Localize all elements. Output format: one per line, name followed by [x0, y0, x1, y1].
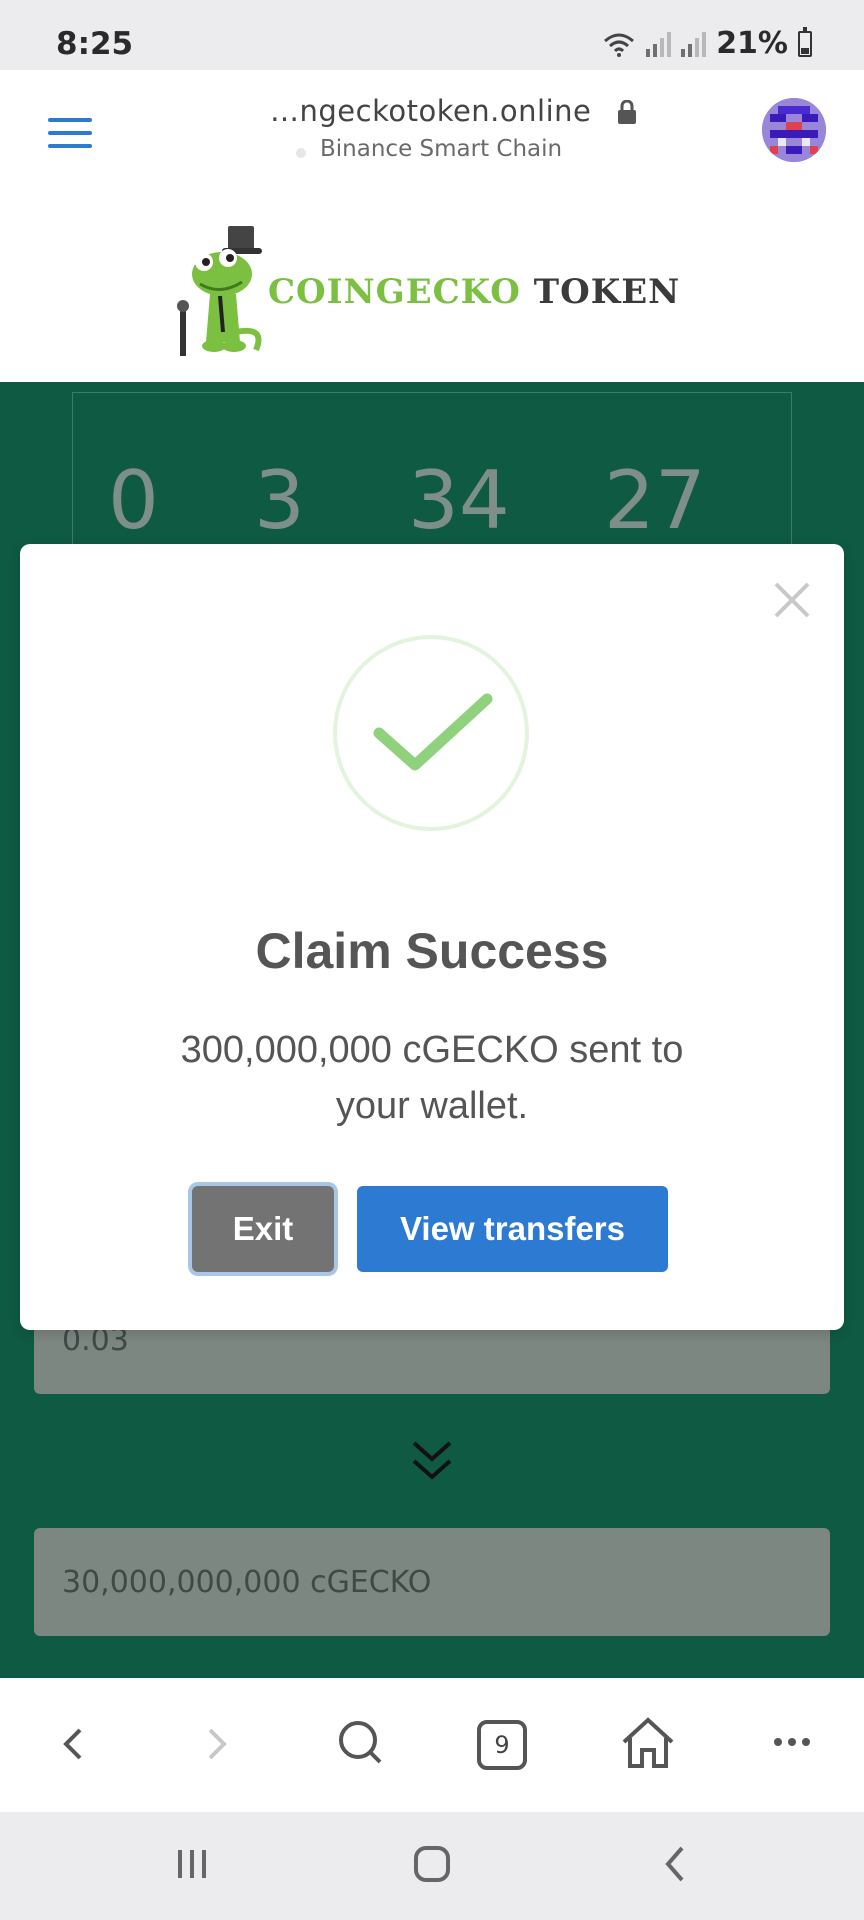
lock-icon	[618, 100, 636, 124]
home-button-icon[interactable]	[412, 1844, 452, 1884]
site-logo-text: COINGECKO TOKEN	[268, 272, 680, 312]
url-text[interactable]: …ngeckotoken.online	[270, 94, 591, 128]
dialog-title: Claim Success	[255, 923, 609, 979]
battery-icon	[798, 26, 812, 57]
signal-2-icon	[681, 31, 707, 57]
home-icon[interactable]	[618, 1708, 678, 1778]
battery-percent: 21%	[716, 26, 788, 61]
countdown-hours: 3	[254, 454, 305, 547]
logo-text-coingecko: COINGECKO	[268, 272, 521, 312]
receive-value: 30,000,000,000 cGECKO	[62, 1564, 432, 1600]
checkmark-icon	[373, 693, 493, 771]
site-header: COINGECKO TOKEN	[0, 198, 864, 382]
exit-button[interactable]: Exit	[192, 1186, 334, 1272]
claim-success-dialog: Claim Success 300,000,000 cGECKO sent to…	[20, 544, 844, 1330]
back-icon[interactable]	[44, 1708, 104, 1778]
status-bar: 8:25 21%	[0, 0, 864, 70]
avatar-identicon-icon	[762, 98, 826, 162]
more-options-icon[interactable]	[762, 1708, 822, 1778]
network-dot	[296, 148, 306, 158]
dialog-message: 300,000,000 cGECKO sent to your wallet.	[180, 1029, 684, 1127]
status-time: 8:25	[56, 26, 134, 62]
browser-header: …ngeckotoken.online Binance Smart Chain	[0, 70, 864, 198]
countdown-minutes: 34	[408, 454, 510, 547]
system-nav-bar	[0, 1812, 864, 1920]
tabs-button[interactable]: 9	[477, 1720, 527, 1770]
browser-bottom-nav: 9	[0, 1678, 864, 1812]
account-avatar[interactable]	[762, 98, 826, 162]
logo-text-token: TOKEN	[533, 272, 681, 312]
receive-field[interactable]: 30,000,000,000 cGECKO	[34, 1528, 830, 1636]
double-chevron-down-icon	[412, 1441, 452, 1480]
gecko-mascot-icon	[177, 226, 262, 356]
countdown-seconds: 27	[604, 454, 706, 547]
signal-1-icon	[646, 31, 672, 57]
recent-apps-icon[interactable]	[172, 1844, 212, 1884]
system-back-icon[interactable]	[656, 1844, 696, 1884]
countdown-days: 0	[108, 454, 159, 547]
search-icon[interactable]	[330, 1708, 390, 1778]
network-name[interactable]: Binance Smart Chain	[320, 136, 562, 162]
status-icons: 21%	[602, 26, 812, 61]
close-icon[interactable]	[770, 578, 814, 622]
menu-icon[interactable]	[48, 118, 92, 148]
forward-icon[interactable]	[186, 1708, 246, 1778]
wifi-icon	[604, 33, 635, 57]
view-transfers-button[interactable]: View transfers	[357, 1186, 668, 1272]
